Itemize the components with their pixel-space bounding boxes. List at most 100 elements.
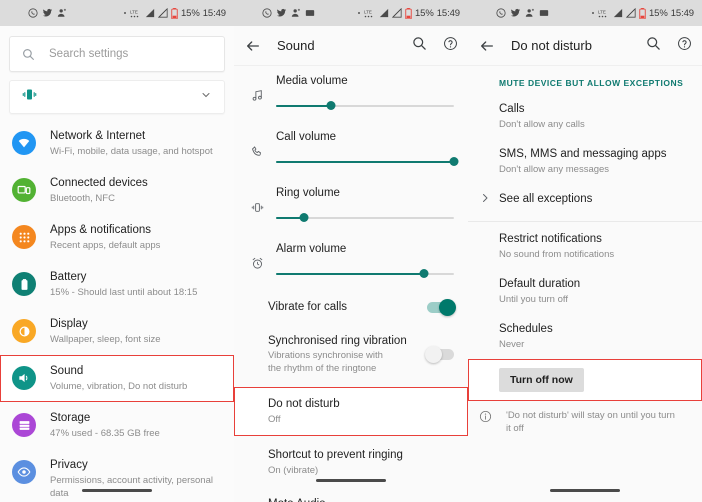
dot-icon <box>358 12 360 14</box>
dnd-item-schedules[interactable]: Schedules Never <box>468 314 702 359</box>
slider-thumb[interactable] <box>419 269 429 278</box>
help-icon[interactable] <box>677 36 692 56</box>
battery-icon <box>12 272 36 296</box>
settings-item-subtitle: Wi-Fi, mobile, data usage, and hotspot <box>50 146 213 157</box>
back-arrow-icon[interactable] <box>245 38 261 54</box>
toggle-text: Vibrate for calls <box>268 300 419 314</box>
settings-item-text: Storage 47% used - 68.35 GB free <box>50 411 160 440</box>
settings-item-display[interactable]: Display Wallpaper, sleep, font size <box>0 308 234 355</box>
dnd-item-see-all-exceptions[interactable]: See all exceptions <box>468 184 702 215</box>
home-indicator <box>316 479 386 482</box>
settings-item-subtitle: 15% - Should last until about 18:15 <box>50 287 198 298</box>
back-arrow-icon[interactable] <box>479 38 495 54</box>
search-area: Search settings <box>0 26 234 72</box>
settings-item-subtitle: Volume, vibration, Do not disturb <box>50 381 188 392</box>
dnd-item-sms-mms[interactable]: SMS, MMS and messaging apps Don't allow … <box>468 139 702 184</box>
dnd-info-row: 'Do not disturb' will stay on until you … <box>468 401 702 443</box>
dnd-item-calls[interactable]: Calls Don't allow any calls <box>468 94 702 139</box>
status-bar-app-icons <box>496 8 549 18</box>
clock-label: 15:49 <box>436 7 460 19</box>
settings-item-apps[interactable]: Apps & notifications Recent apps, defaul… <box>0 214 234 261</box>
dnd-item-default-duration[interactable]: Default duration Until you turn off <box>468 269 702 314</box>
switch-knob <box>439 298 456 316</box>
toggle-row-sync-ring-vibration[interactable]: Synchronised ring vibration Vibrations s… <box>234 324 468 385</box>
section-header-exceptions: MUTE DEVICE BUT ALLOW EXCEPTIONS <box>499 78 684 88</box>
sound-item-subtitle: On (vibrate) <box>268 465 319 476</box>
status-bar-system-icons: LTE 15% 15:49 <box>592 7 694 19</box>
ring-volume-slider[interactable] <box>276 211 454 225</box>
settings-item-title: Sound <box>50 365 84 377</box>
volume-label: Alarm volume <box>276 243 347 255</box>
dnd-item-subtitle: No sound from notifications <box>499 249 615 260</box>
dnd-item-title: SMS, MMS and messaging apps <box>499 148 667 160</box>
settings-list: Network & Internet Wi-Fi, mobile, data u… <box>0 114 234 502</box>
slider-thumb[interactable] <box>449 157 459 166</box>
call-volume-slider[interactable] <box>276 155 459 169</box>
sync-ring-vibration-switch[interactable] <box>425 346 454 363</box>
volume-icon <box>12 366 36 390</box>
switch-knob <box>425 346 442 363</box>
contact-add-icon <box>525 8 535 18</box>
svg-text:LTE: LTE <box>364 9 372 14</box>
slider-thumb[interactable] <box>326 101 336 110</box>
volume-row-alarm: Alarm volume <box>234 234 468 290</box>
sound-item-do-not-disturb[interactable]: Do not disturb Off <box>234 387 468 436</box>
help-icon[interactable] <box>443 36 458 56</box>
status-bar-system-icons: LTE 15% 15:49 <box>358 7 460 19</box>
settings-item-battery[interactable]: Battery 15% - Should last until about 18… <box>0 261 234 308</box>
app-bar-actions <box>412 36 458 56</box>
battery-icon <box>405 7 412 19</box>
turn-off-now-button[interactable]: Turn off now <box>499 368 584 392</box>
settings-item-subtitle: Recent apps, default apps <box>50 240 161 251</box>
search-icon[interactable] <box>646 36 661 56</box>
vibrate-icon <box>22 87 37 107</box>
status-bar-system-icons: LTE 15% 15:49 <box>124 7 226 19</box>
media-volume-slider[interactable] <box>276 99 454 113</box>
volume-body: Alarm volume <box>276 243 454 281</box>
search-placeholder: Search settings <box>49 48 129 60</box>
settings-item-text: Display Wallpaper, sleep, font size <box>50 317 161 346</box>
settings-item-subtitle: Permissions, account activity, personal … <box>50 475 213 499</box>
clock-label: 15:49 <box>670 7 694 19</box>
chevron-down-icon[interactable] <box>200 88 212 106</box>
toggle-row-vibrate-for-calls[interactable]: Vibrate for calls <box>234 290 468 324</box>
brightness-icon <box>12 319 36 343</box>
sound-item-moto-audio[interactable]: Moto Audio Smart audio <box>234 487 468 502</box>
volume-label: Ring volume <box>276 187 340 199</box>
app-bar-title: Sound <box>277 38 315 53</box>
settings-item-text: Connected devices Bluetooth, NFC <box>50 176 148 205</box>
settings-item-title: Storage <box>50 412 91 424</box>
toggle-title: Synchronised ring vibration <box>268 335 407 347</box>
sound-item-title: Do not disturb <box>268 398 340 410</box>
settings-item-connected-devices[interactable]: Connected devices Bluetooth, NFC <box>0 167 234 214</box>
dnd-item-title: See all exceptions <box>499 193 593 205</box>
settings-item-sound[interactable]: Sound Volume, vibration, Do not disturb <box>0 355 234 402</box>
turn-off-now-strip: Turn off now <box>468 359 702 401</box>
vibrate-for-calls-switch[interactable] <box>427 298 456 316</box>
slider-thumb[interactable] <box>299 213 309 222</box>
settings-item-text: Sound Volume, vibration, Do not disturb <box>50 364 187 393</box>
suggestion-card[interactable] <box>9 80 225 114</box>
twitter-icon <box>276 8 287 18</box>
alarm-clock-icon <box>246 257 268 270</box>
battery-percent-label: 15% <box>181 7 200 19</box>
settings-item-title: Network & Internet <box>50 130 146 142</box>
volume-body: Media volume <box>276 75 454 113</box>
signal-bars-icon <box>145 8 155 18</box>
settings-item-privacy[interactable]: Privacy Permissions, account activity, p… <box>0 449 234 502</box>
app-bar-actions <box>646 36 692 56</box>
status-bar-panel1: LTE 15% 15:49 <box>0 0 234 26</box>
search-input[interactable]: Search settings <box>9 36 225 72</box>
settings-item-network[interactable]: Network & Internet Wi-Fi, mobile, data u… <box>0 120 234 167</box>
search-icon[interactable] <box>412 36 427 56</box>
signal-slash-icon <box>158 8 168 18</box>
info-icon <box>479 410 495 428</box>
dnd-item-restrict-notifications[interactable]: Restrict notifications No sound from not… <box>468 224 702 269</box>
alarm-volume-slider[interactable] <box>276 267 454 281</box>
settings-item-text: Network & Internet Wi-Fi, mobile, data u… <box>50 129 213 158</box>
wifi-icon <box>12 131 36 155</box>
status-bar-app-icons <box>262 8 315 18</box>
settings-item-title: Display <box>50 318 88 330</box>
settings-item-storage[interactable]: Storage 47% used - 68.35 GB free <box>0 402 234 449</box>
volume-label: Call volume <box>276 131 337 143</box>
